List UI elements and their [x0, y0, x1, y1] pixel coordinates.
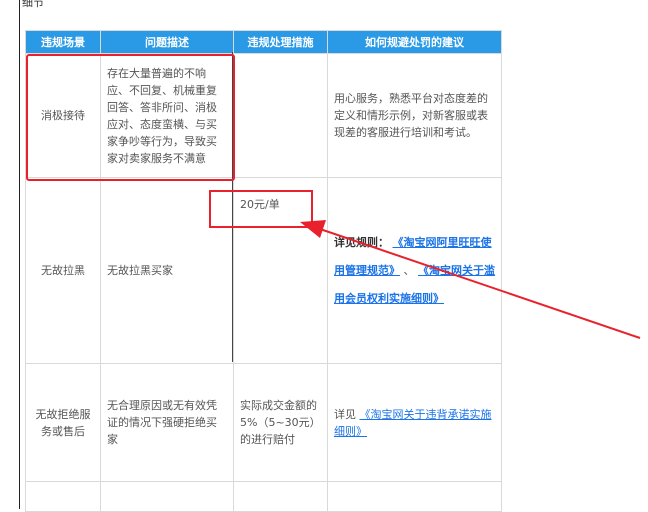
advice-cell: 用心服务，熟悉平台对态度差的定义和情形示例，对新客服或表现差的客服进行培训和考试…: [327, 53, 502, 178]
scene-cell: 无故拒绝服务或售后: [25, 363, 101, 482]
table-header-row: 违规场景 问题描述 违规处理措施 如何规避处罚的建议: [25, 30, 502, 54]
table-row-empty: [25, 481, 502, 512]
top-text-fragment: 细节: [22, 0, 44, 9]
header-scene: 违规场景: [25, 30, 101, 54]
rule-link-promise[interactable]: 《淘宝网关于违背承诺实施细则》: [334, 408, 492, 438]
header-description: 问题描述: [100, 30, 234, 54]
highlight-box-negative-reception: [26, 54, 235, 181]
advice-prefix: 详见规则：: [334, 235, 389, 249]
left-border-line: [19, 0, 20, 509]
empty-cell: [25, 481, 101, 512]
scene-cell: 无故拉黑: [25, 177, 101, 364]
measure-cell-empty: [233, 53, 328, 178]
empty-cell: [100, 481, 234, 512]
measure-cell: 实际成交金额的5%（5~30元）的进行赔付: [233, 363, 328, 482]
header-advice: 如何规避处罚的建议: [327, 30, 502, 54]
highlight-box-penalty: [209, 190, 313, 228]
header-measure: 违规处理措施: [233, 30, 328, 54]
description-cell: 无合理原因或无有效凭证的情况下强硬拒绝买家: [100, 363, 234, 482]
empty-cell: [233, 481, 328, 512]
link-separator: 、: [403, 263, 415, 277]
advice-cell: 详见 《淘宝网关于违背承诺实施细则》: [327, 363, 502, 482]
advice-cell: 详见规则： 《淘宝网阿里旺旺使用管理规范》 、 《淘宝网关于滥用会员权利实施细则…: [327, 177, 502, 364]
advice-prefix: 详见: [334, 407, 356, 421]
empty-cell: [327, 481, 502, 512]
table-row-refuse-service: 无故拒绝服务或售后 无合理原因或无有效凭证的情况下强硬拒绝买家 实际成交金额的5…: [25, 363, 502, 482]
